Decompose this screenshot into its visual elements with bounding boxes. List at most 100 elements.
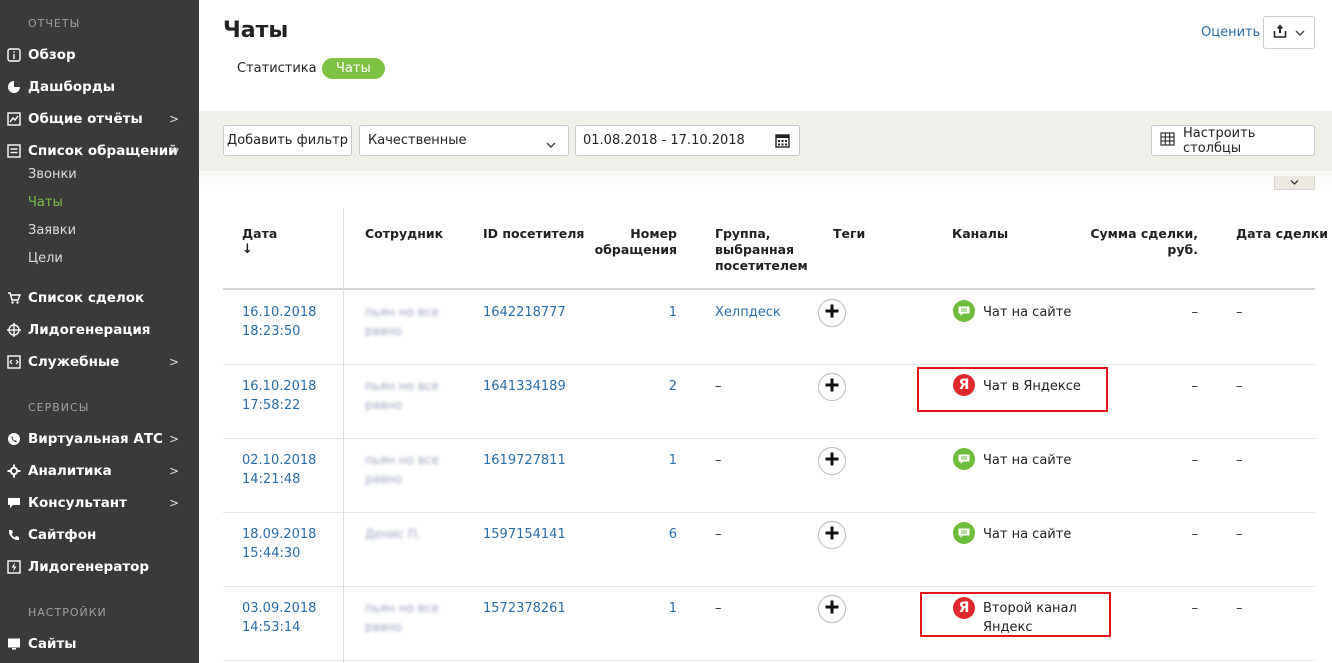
sidebar-item-label: Консультант [28,495,127,511]
share-icon [1273,24,1287,42]
sidebar-subitem-goals[interactable]: Цели [28,251,63,266]
add-tag-button[interactable] [818,373,846,401]
quality-select[interactable]: Качественные [359,125,569,156]
row-date[interactable]: 18.09.2018 15:44:30 [242,525,316,563]
row-deal-date: – [1236,527,1243,542]
pie-chart-icon [0,80,28,94]
row-request-number[interactable]: 6 [577,525,677,544]
row-employee: Денис П. [365,527,421,541]
row-request-number[interactable]: 1 [577,451,677,470]
column-header-date-label: Дата [242,226,278,241]
calendar-icon[interactable] [775,133,790,152]
row-date[interactable]: 16.10.2018 18:23:50 [242,303,316,341]
column-header-visitor-id[interactable]: ID посетителя [483,226,584,242]
column-divider [343,208,344,663]
row-group: – [715,527,722,542]
row-visitor-id[interactable]: 1619727811 [483,451,566,470]
column-header-employee[interactable]: Сотрудник [365,226,443,242]
row-visitor-id[interactable]: 1642218777 [483,303,566,322]
column-header-deal-date[interactable]: Дата сделки [1236,226,1328,242]
rate-link[interactable]: Оценить [1201,25,1260,40]
column-header-date[interactable]: Дата ↓ [242,226,277,258]
row-deal-date: – [1236,305,1243,320]
expand-arrow-icon: > [168,355,179,369]
plus-icon [825,304,839,322]
sidebar-item-sites[interactable]: Сайты [0,632,199,656]
sidebar-item-label: Виртуальная АТС [28,431,163,447]
sidebar-subitem-chats[interactable]: Чаты [28,195,63,210]
info-icon [0,48,28,62]
cart-icon [0,291,28,305]
row-date[interactable]: 16.10.2018 17:58:22 [242,377,316,415]
sidebar-subitem-requests[interactable]: Заявки [28,223,76,238]
row-date[interactable]: 02.10.2018 14:21:48 [242,451,316,489]
column-header-tags[interactable]: Теги [833,226,865,242]
sort-arrow-icon: ↓ [242,242,253,257]
gear-icon [0,464,28,478]
sidebar-item-general-reports[interactable]: Общие отчёты > [0,107,199,131]
row-request-number[interactable]: 1 [577,303,677,322]
site-chat-icon [953,300,975,322]
add-tag-button[interactable] [818,595,846,623]
sidebar-item-deals[interactable]: Список сделок [0,286,199,310]
tab-chats[interactable]: Чаты [322,58,385,79]
collapse-arrow-icon: v [171,144,179,158]
sidebar-item-analytics[interactable]: Аналитика > [0,459,199,483]
sidebar-item-leadgenerator[interactable]: Лидогенератор [0,555,199,579]
sidebar-item-virtual-pbx[interactable]: Виртуальная АТС > [0,427,199,451]
row-channel: Чат на сайте [983,305,1072,320]
column-header-group-line3: посетителем [715,258,808,273]
row-group[interactable]: Хелпдеск [715,303,781,322]
add-tag-button[interactable] [818,521,846,549]
row-divider [223,586,1315,587]
section-reports: ОТЧЕТЫ [28,17,81,30]
row-employee: пьян но все равно [365,379,439,412]
collapse-filters-toggle[interactable] [1274,176,1315,190]
sidebar-item-service[interactable]: Служебные > [0,350,199,374]
plus-icon [825,378,839,396]
monitor-icon [0,637,28,651]
sidebar-item-overview[interactable]: Обзор [0,43,199,67]
add-tag-button[interactable] [818,299,846,327]
row-visitor-id[interactable]: 1572378261 [483,599,566,618]
row-channel: Чат на сайте [983,453,1072,468]
sidebar-item-label: Лидогенератор [28,559,150,575]
plus-icon [825,452,839,470]
column-header-channels[interactable]: Каналы [952,226,1008,242]
column-header-number[interactable]: Номер обращения [577,226,677,258]
tab-statistics[interactable]: Статистика [223,58,331,79]
expand-arrow-icon: > [168,112,179,126]
sidebar-item-leadgen[interactable]: Лидогенерация [0,318,199,342]
sidebar-item-label: Список сделок [28,290,145,306]
column-header-deal-sum[interactable]: Сумма сделки, руб. [1078,226,1198,258]
column-header-number-line1: Номер [630,226,677,241]
sidebar-item-dashboards[interactable]: Дашборды [0,75,199,99]
add-filter-button[interactable]: Добавить фильтр [223,125,352,156]
sidebar-item-label: Лидогенерация [28,322,151,338]
row-deal-sum: – [1191,305,1199,320]
export-button[interactable] [1263,16,1315,49]
row-deal-sum: – [1191,601,1199,616]
sidebar: ОТЧЕТЫ Обзор Дашборды Общие отчёты > Спи… [0,0,199,663]
configure-columns-button[interactable]: Настроить столбцы [1151,125,1315,156]
sidebar-item-consultant[interactable]: Консультант > [0,491,199,515]
plus-icon [825,600,839,618]
add-tag-button[interactable] [818,447,846,475]
row-date[interactable]: 03.09.2018 14:53:14 [242,599,316,637]
configure-columns-label: Настроить столбцы [1183,125,1256,156]
sidebar-subitem-calls[interactable]: Звонки [28,167,77,182]
chevron-down-icon [546,137,556,152]
sidebar-item-requests[interactable]: Список обращений v [0,139,199,163]
row-request-number[interactable]: 2 [577,377,677,396]
row-visitor-id[interactable]: 1597154141 [483,525,566,544]
row-deal-sum: – [1191,453,1199,468]
line-chart-icon [0,112,28,126]
row-visitor-id[interactable]: 1641334189 [483,377,566,396]
column-header-group[interactable]: Группа, выбранная посетителем [715,226,808,274]
date-range-input[interactable]: 01.08.2018 - 17.10.2018 [575,125,800,156]
columns-grid-icon [1160,131,1175,150]
column-header-number-line2: обращения [594,242,677,257]
handset-icon [0,528,28,542]
sidebar-item-sitephone[interactable]: Сайтфон [0,523,199,547]
row-request-number[interactable]: 1 [577,599,677,618]
